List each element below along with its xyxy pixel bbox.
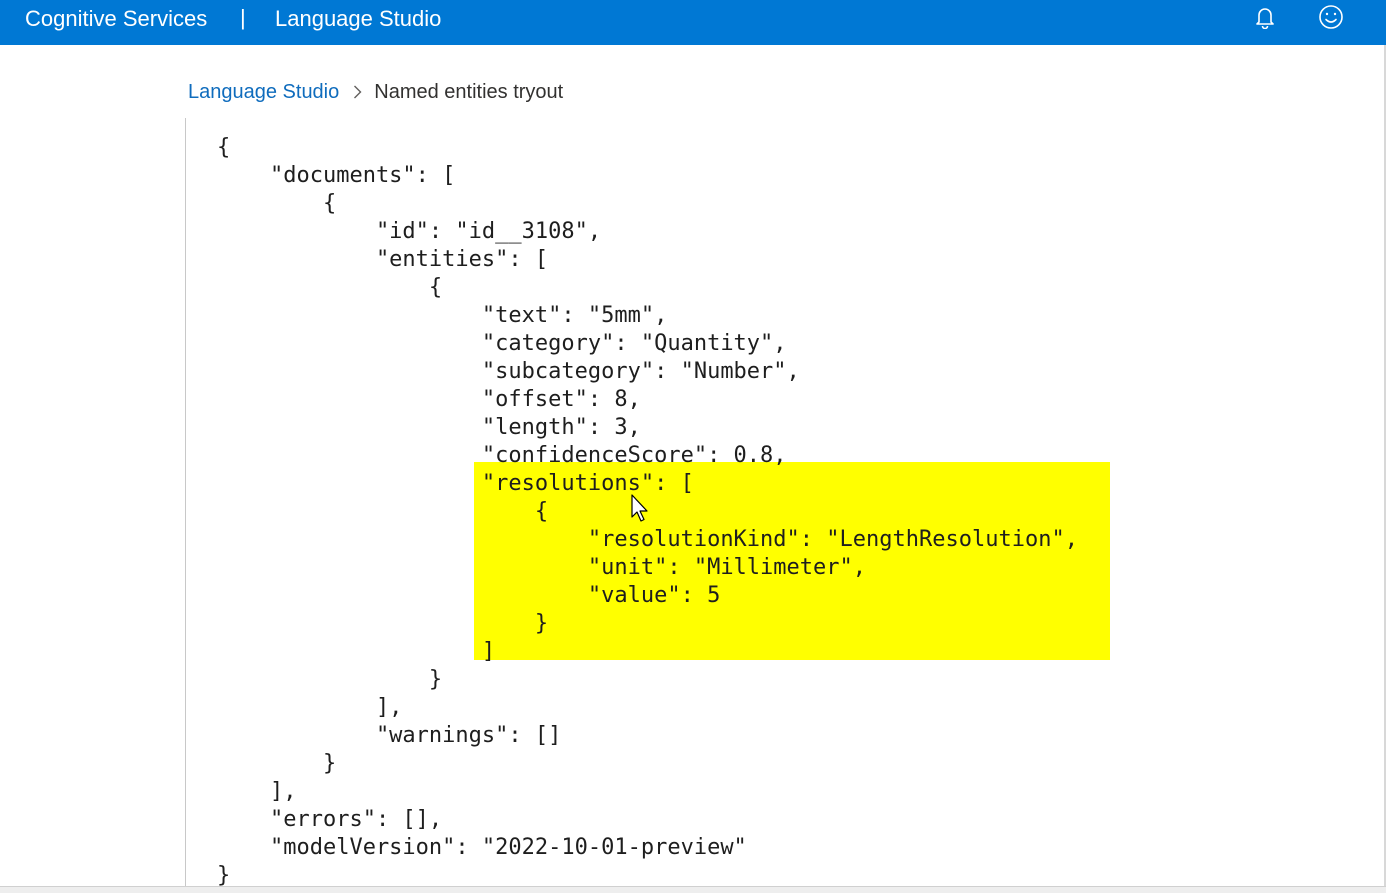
notifications-button[interactable] [1248,4,1282,34]
chevron-right-icon [353,85,362,99]
code-line: "category": "Quantity", [217,331,787,356]
code-line: ], [217,779,297,804]
code-line: ], [217,695,403,720]
code-line: { [217,275,443,300]
code-line: { [217,191,337,216]
code-line: "entities": [ [217,247,549,272]
code-line: "resolutionKind": "LengthResolution", [217,527,1078,552]
mouse-pointer-icon [630,494,652,524]
code-line: ] [217,639,496,664]
code-line: "confidenceScore": 0.8, [217,443,787,468]
code-line: } [217,611,549,636]
feedback-button[interactable] [1314,4,1348,34]
breadcrumb: Language Studio Named entities tryout [188,79,563,105]
code-line: "unit": "Millimeter", [217,555,867,580]
code-line: } [217,751,337,776]
code-line: "modelVersion": "2022-10-01-preview" [217,835,747,860]
code-line: "id": "id__3108", [217,219,602,244]
code-line: { [217,135,231,160]
smiley-icon [1318,4,1344,35]
product-name[interactable]: Language Studio [275,6,441,32]
code-line: "documents": [ [217,163,456,188]
code-line: "warnings": [] [217,723,562,748]
code-line: "errors": [], [217,807,443,832]
code-line: "offset": 8, [217,387,641,412]
top-bar: Cognitive Services | Language Studio [0,0,1386,45]
code-line: "text": "5mm", [217,303,668,328]
code-line: "value": 5 [217,583,721,608]
json-response-panel[interactable]: { "documents": [ { "id": "id__3108", "en… [185,118,1381,888]
code-line: "length": 3, [217,415,641,440]
code-line: "subcategory": "Number", [217,359,800,384]
breadcrumb-link-language-studio[interactable]: Language Studio [188,81,339,104]
brand-name[interactable]: Cognitive Services [25,6,207,32]
breadcrumb-current-page: Named entities tryout [374,80,564,103]
bell-icon [1255,5,1275,34]
code-line: } [217,667,443,692]
title-separator: | [240,5,246,30]
